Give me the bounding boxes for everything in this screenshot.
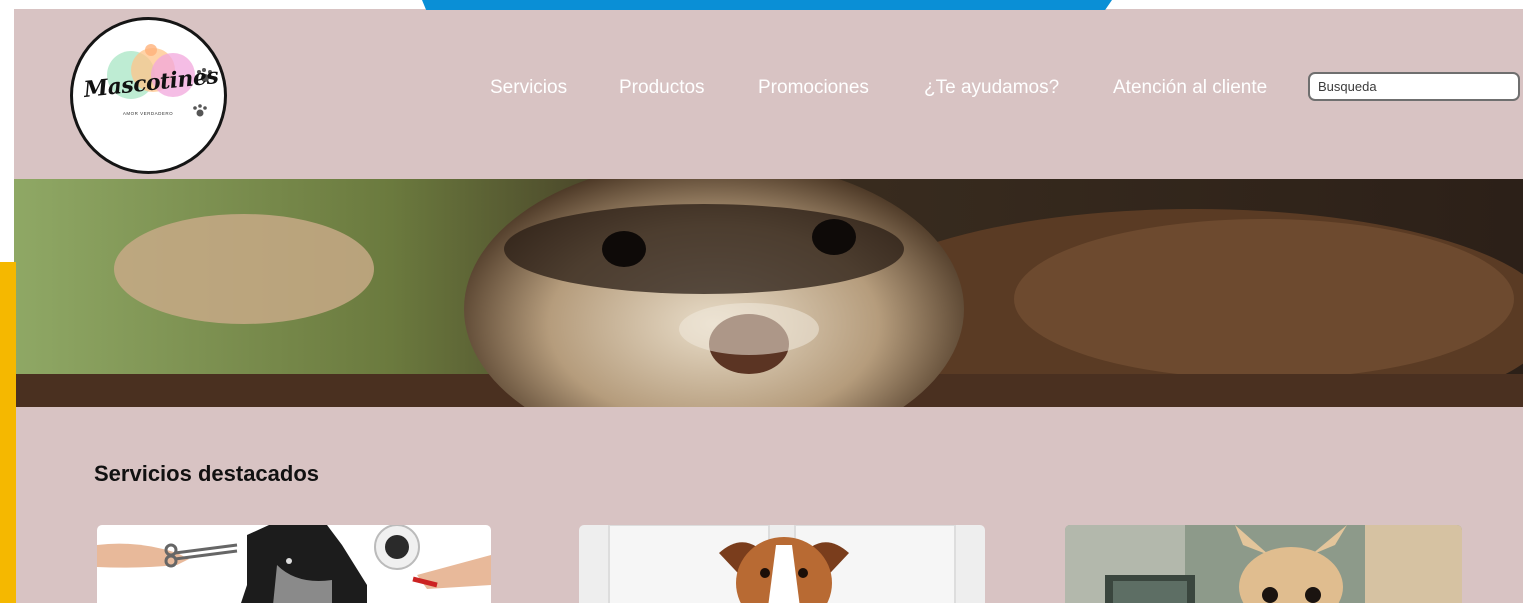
- grooming-image: [97, 525, 491, 603]
- search-input[interactable]: [1308, 72, 1520, 101]
- featured-card-chihuahua[interactable]: [1065, 525, 1462, 603]
- featured-card-dog[interactable]: [579, 525, 985, 603]
- nav-atencion-al-cliente[interactable]: Atención al cliente: [1113, 77, 1267, 99]
- nav-te-ayudamos[interactable]: ¿Te ayudamos?: [924, 77, 1059, 99]
- logo[interactable]: Mascotines AMOR VERDADERO: [70, 17, 227, 174]
- hero-banner: [14, 179, 1523, 407]
- page: Mascotines AMOR VERDADERO Servicios Prod…: [14, 9, 1523, 603]
- decorative-left-bar: [0, 262, 16, 603]
- nav-productos[interactable]: Productos: [619, 77, 705, 99]
- featured-section-title: Servicios destacados: [94, 461, 320, 486]
- site-header: Mascotines AMOR VERDADERO Servicios Prod…: [14, 9, 1523, 179]
- nav-servicios[interactable]: Servicios: [490, 77, 567, 99]
- decorative-top-bar: [422, 0, 1112, 10]
- featured-card-grooming[interactable]: [97, 525, 491, 603]
- hero-image: [14, 179, 1523, 407]
- dog-image: [579, 525, 985, 603]
- nav-promociones[interactable]: Promociones: [758, 77, 869, 99]
- brand-tagline: AMOR VERDADERO: [122, 111, 174, 116]
- chihuahua-image: [1065, 525, 1462, 603]
